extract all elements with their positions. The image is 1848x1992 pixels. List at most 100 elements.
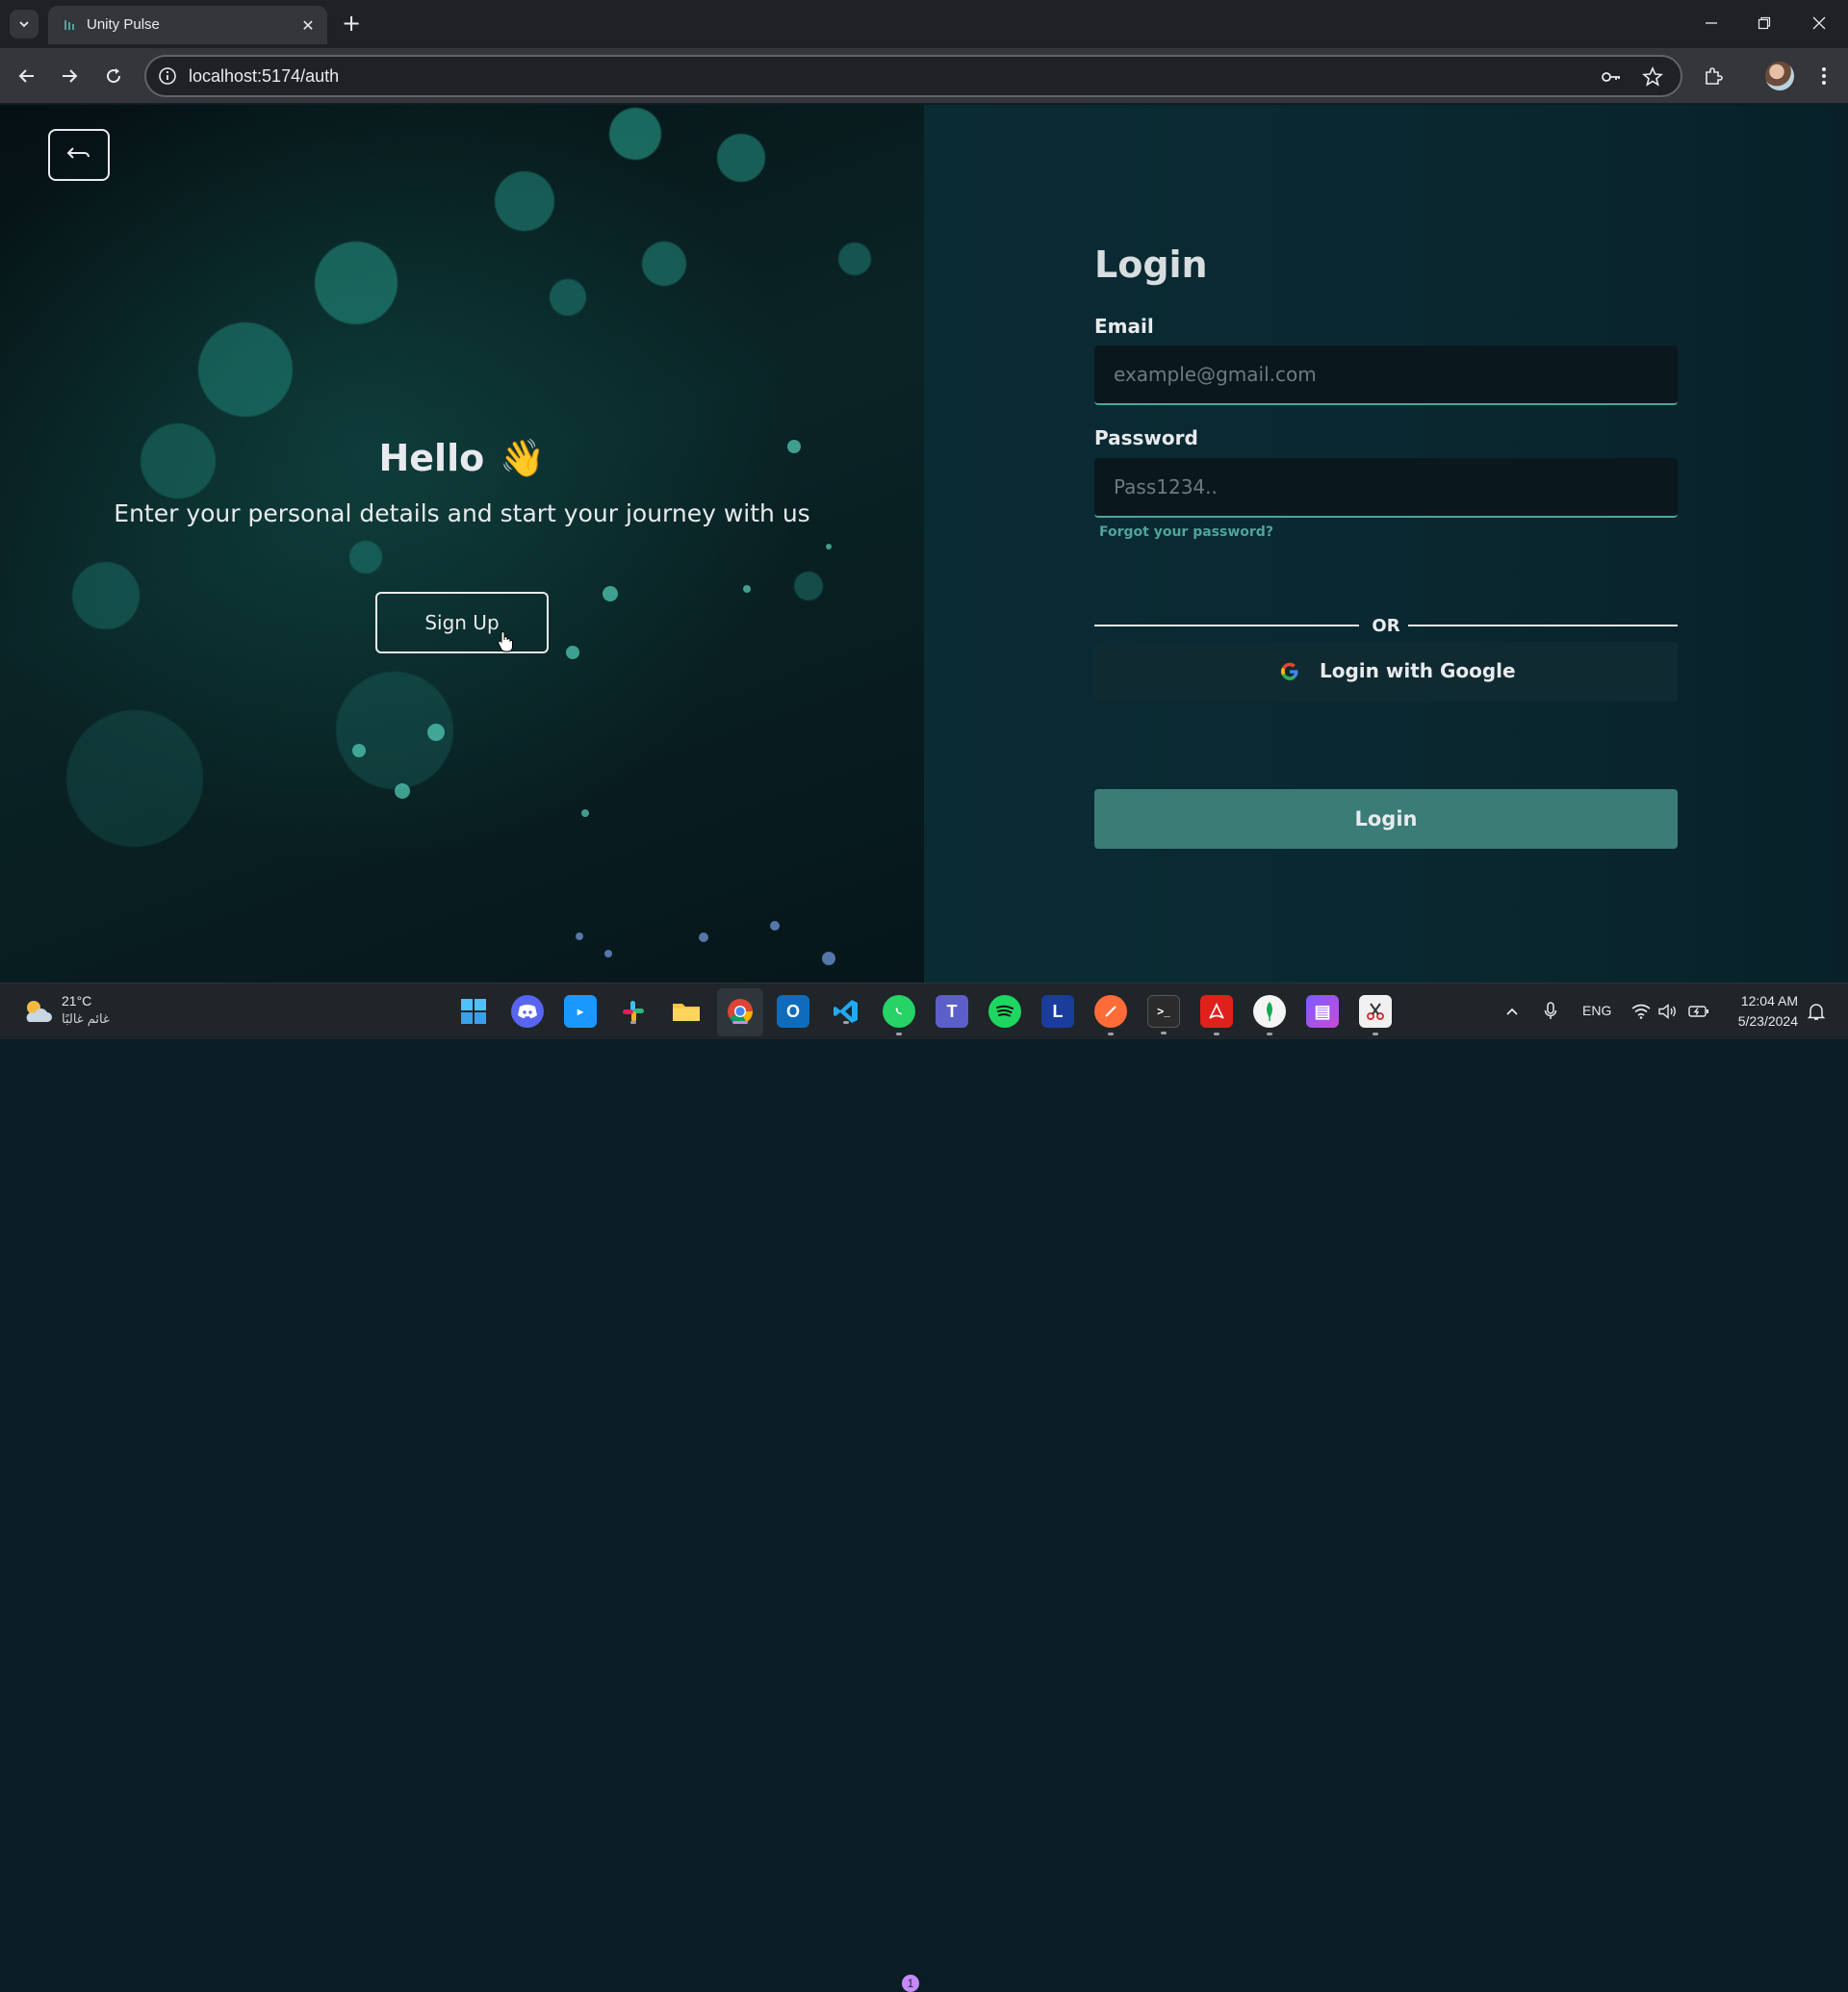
partly-cloudy-icon[interactable] <box>21 997 54 1026</box>
running-indicator <box>732 1021 748 1024</box>
bokeh-dot <box>427 724 445 741</box>
email-field[interactable] <box>1094 345 1678 405</box>
site-info-icon[interactable] <box>158 66 177 86</box>
bokeh-dot <box>822 952 835 965</box>
windows-logo-icon <box>461 999 486 1024</box>
hand-pointer-cursor-icon <box>498 631 513 652</box>
vscode-app[interactable] <box>830 995 862 1028</box>
bookmark-star-icon[interactable] <box>1641 65 1664 89</box>
video-editor-app[interactable]: ▤ <box>1306 995 1339 1028</box>
return-arrow-icon <box>66 147 90 159</box>
battery-charging-icon <box>1688 1006 1708 1017</box>
clapper-icon: ▤ <box>1314 1001 1331 1021</box>
postman-app[interactable] <box>1094 995 1127 1035</box>
discord-app[interactable] <box>511 995 544 1028</box>
reload-button[interactable] <box>98 61 129 91</box>
tab-search-button[interactable] <box>10 10 38 38</box>
l-app[interactable]: L <box>1041 995 1074 1028</box>
greeting-text: Hello <box>378 437 485 479</box>
profile-avatar[interactable] <box>1765 62 1794 90</box>
acrobat-app[interactable] <box>1200 995 1233 1035</box>
input-language-indicator[interactable]: ENG <box>1582 1003 1611 1018</box>
login-submit-button[interactable]: Login <box>1094 789 1678 849</box>
sign-up-button[interactable]: Sign Up <box>375 592 549 653</box>
waving-hand-icon: 👋 <box>500 437 546 479</box>
clock-date[interactable]: 5/23/2024 <box>1713 1013 1798 1029</box>
bell-icon <box>1808 1004 1825 1020</box>
battery-status[interactable] <box>1688 1001 1709 1022</box>
more-vertical-icon <box>1822 67 1826 85</box>
or-divider-label: OR <box>1372 616 1400 636</box>
scissors-icon <box>1367 1003 1384 1020</box>
slack-app[interactable] <box>617 995 650 1028</box>
chevron-down-icon <box>19 21 29 28</box>
notifications-button[interactable] <box>1806 1001 1827 1022</box>
running-indicator <box>1373 1033 1378 1035</box>
arrow-right-icon <box>63 69 78 83</box>
start-button[interactable] <box>457 995 490 1028</box>
show-hidden-icons-button[interactable] <box>1502 1001 1523 1022</box>
clock-time[interactable]: 12:04 AM <box>1729 993 1798 1009</box>
running-indicator <box>843 1021 849 1024</box>
weather-temperature[interactable]: 21°C <box>62 993 91 1009</box>
microphone-icon <box>1544 1002 1557 1019</box>
file-explorer-app[interactable] <box>670 995 703 1028</box>
google-icon <box>1281 662 1298 680</box>
hero-panel: Hello 👋 Enter your personal details and s… <box>0 105 924 983</box>
bokeh-dot <box>604 950 612 958</box>
windows-taskbar: 21°C غائم غالبًا ▶ O 1 T L >_ ▤ ENG 12:0… <box>0 983 1848 1992</box>
back-button[interactable] <box>12 61 42 91</box>
whatsapp-notification-badge: 1 <box>902 1975 919 1992</box>
forward-button[interactable] <box>54 61 85 91</box>
reload-icon <box>107 68 121 84</box>
browser-menu-button[interactable] <box>1810 62 1838 90</box>
browser-tab-strip: Unity Pulse ✕ + <box>0 0 1848 48</box>
whatsapp-app[interactable] <box>883 995 915 1035</box>
browser-tab-active[interactable]: Unity Pulse ✕ <box>48 6 327 44</box>
address-bar[interactable]: localhost:5174/auth <box>144 55 1682 97</box>
login-with-google-button[interactable]: Login with Google <box>1094 642 1678 702</box>
running-indicator <box>896 1033 902 1035</box>
password-field[interactable] <box>1094 458 1678 518</box>
terminal-app[interactable]: >_ <box>1147 995 1180 1034</box>
snipping-tool-app[interactable] <box>1359 995 1392 1035</box>
back-nav-button[interactable] <box>48 129 110 181</box>
l-app-icon: L <box>1052 1001 1064 1021</box>
microphone-button[interactable] <box>1540 1001 1561 1022</box>
extensions-button[interactable] <box>1699 62 1728 90</box>
running-indicator <box>630 1021 636 1024</box>
puzzle-icon <box>1706 67 1723 85</box>
bokeh-dot <box>826 544 832 549</box>
hero-subtitle: Enter your personal details and start yo… <box>114 499 810 527</box>
new-tab-button[interactable]: + <box>339 12 364 37</box>
forgot-password-link[interactable]: Forgot your password? <box>1099 524 1273 540</box>
close-window-button[interactable] <box>1800 8 1838 38</box>
teams-icon: T <box>946 1001 958 1021</box>
volume-status[interactable] <box>1657 1001 1679 1022</box>
speaker-icon <box>1658 1004 1676 1019</box>
prime-video-icon: ▶ <box>577 1007 584 1016</box>
prime-video-app[interactable]: ▶ <box>564 995 597 1028</box>
outlook-icon: O <box>785 1001 800 1021</box>
address-url: localhost:5174/auth <box>189 66 340 86</box>
outlook-app[interactable]: O <box>777 995 809 1028</box>
bokeh-dot <box>581 809 589 817</box>
close-tab-icon[interactable]: ✕ <box>298 15 318 35</box>
restore-window-button[interactable] <box>1745 8 1784 38</box>
or-divider-right <box>1408 625 1678 626</box>
password-key-icon[interactable] <box>1600 65 1623 89</box>
email-label: Email <box>1094 315 1154 338</box>
terminal-icon: >_ <box>1157 1005 1170 1018</box>
wifi-status[interactable] <box>1630 1001 1652 1022</box>
spotify-app[interactable] <box>988 995 1021 1028</box>
teams-app[interactable]: T <box>936 995 968 1028</box>
weather-condition[interactable]: غائم غالبًا <box>62 1012 110 1027</box>
running-indicator <box>1214 1033 1219 1035</box>
site-favicon-icon <box>64 20 74 30</box>
mongodb-compass-app[interactable] <box>1253 995 1286 1035</box>
bokeh-dot <box>352 744 366 757</box>
minimize-window-button[interactable] <box>1692 8 1731 38</box>
running-indicator <box>1267 1033 1272 1035</box>
chrome-app[interactable] <box>724 995 757 1028</box>
restore-icon <box>1758 16 1771 30</box>
